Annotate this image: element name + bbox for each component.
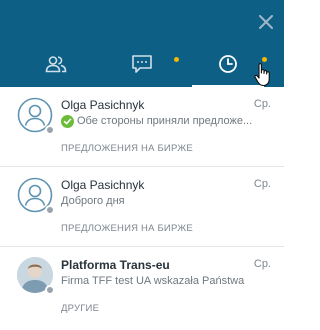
default-avatar-icon	[17, 97, 55, 135]
default-avatar-icon	[17, 177, 55, 215]
message-preview: Доброго дня	[61, 195, 125, 207]
close-icon[interactable]	[257, 13, 275, 31]
conversation-item[interactable]: Olga Pasichnyk Ср. Доброго дня ПРЕДЛОЖЕН…	[0, 167, 284, 247]
conversation-category: ПРЕДЛОЖЕНИЯ НА БИРЖЕ	[61, 143, 193, 154]
message-date: Ср.	[253, 98, 271, 110]
status-indicator	[45, 205, 55, 215]
contact-name: Olga Pasichnyk	[61, 178, 145, 192]
status-indicator	[45, 285, 55, 295]
status-indicator	[45, 125, 55, 135]
clock-icon	[218, 54, 238, 79]
message-date: Ср.	[253, 178, 271, 190]
conversation-category: ДРУГИЕ	[61, 303, 100, 314]
conversation-list: Olga Pasichnyk Ср. Обе стороны приняли п…	[0, 87, 284, 327]
panel-header	[0, 0, 284, 88]
contact-name: Olga Pasichnyk	[61, 98, 145, 112]
messages-notification-dot	[174, 57, 179, 62]
chat-icon	[131, 54, 153, 79]
message-preview: Firma TFF test UA wskazała Państwa	[61, 275, 245, 287]
tab-messages[interactable]	[106, 44, 178, 88]
contact-name: Platforma Trans-eu	[61, 258, 170, 272]
message-preview: Обе стороны приняли предложе...	[61, 115, 271, 128]
users-icon	[45, 55, 67, 78]
tab-contacts[interactable]	[20, 44, 92, 88]
conversation-category: ПРЕДЛОЖЕНИЯ НА БИРЖЕ	[61, 223, 193, 234]
hand-cursor-icon	[253, 62, 273, 88]
conversation-item[interactable]: Platforma Trans-eu Ср. Firma TFF test UA…	[0, 247, 284, 327]
conversation-item[interactable]: Olga Pasichnyk Ср. Обе стороны приняли п…	[0, 87, 284, 167]
check-icon	[61, 115, 74, 128]
message-date: Ср.	[253, 258, 271, 270]
